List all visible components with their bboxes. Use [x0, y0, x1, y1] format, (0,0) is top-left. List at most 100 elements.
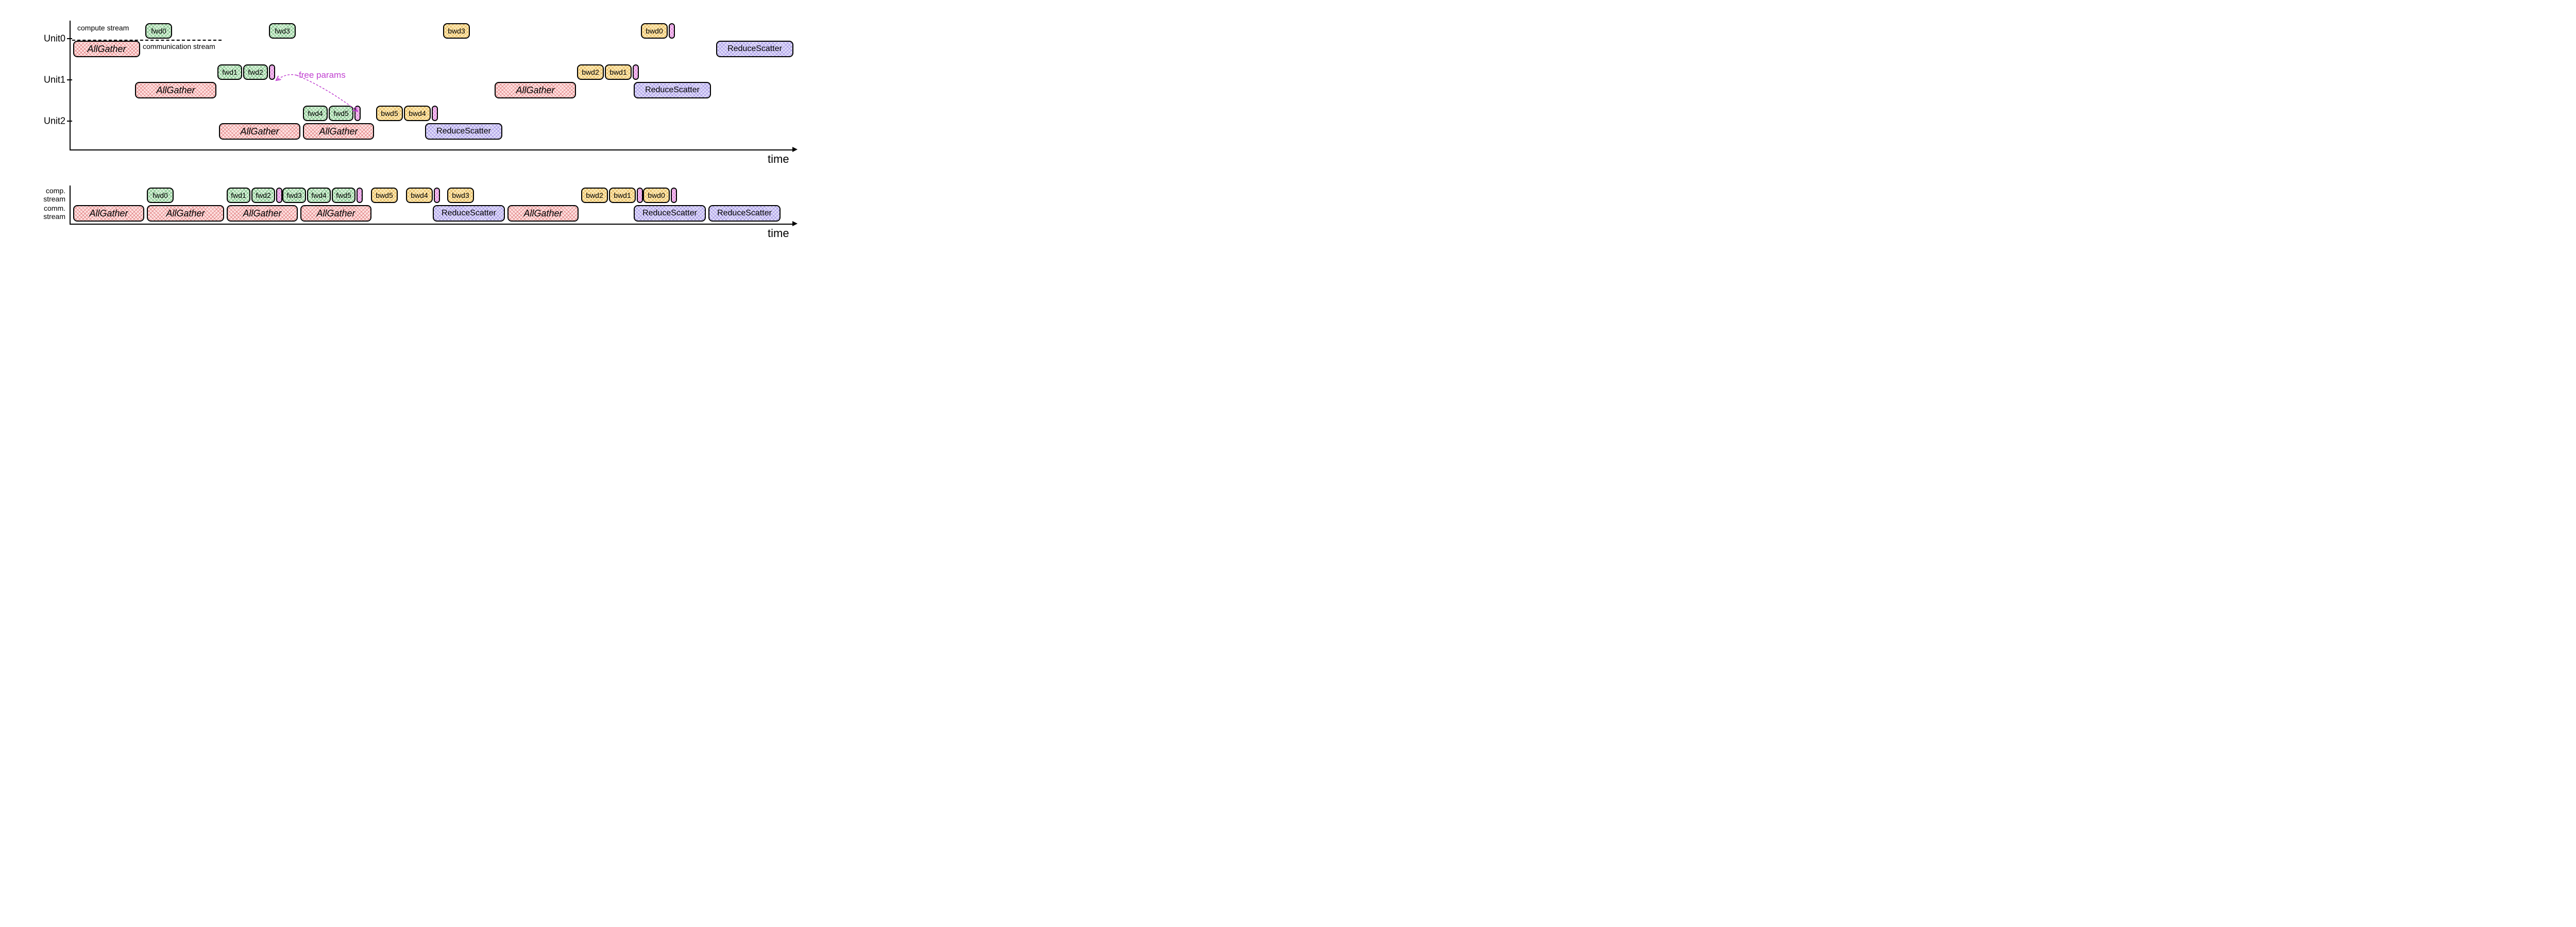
fwd-op: fwd5 — [329, 106, 353, 121]
reducescatter-op: ReduceScatter — [425, 123, 502, 140]
x-axis-arrow — [792, 147, 798, 152]
op-label: AllGather — [319, 126, 358, 137]
op-label: bwd5 — [376, 191, 393, 199]
fwd-op: fwd2 — [251, 188, 275, 203]
dashed-separator — [72, 40, 222, 41]
allgather-op: AllGather — [73, 205, 144, 222]
op-label: fwd0 — [152, 191, 168, 199]
fwd-op: fwd3 — [269, 23, 296, 39]
op-label: fwd2 — [256, 191, 271, 199]
free-params-op — [434, 188, 440, 203]
bwd-op: bwd2 — [577, 64, 604, 80]
y-axis — [70, 21, 71, 149]
free-params-annotation: free params — [299, 70, 346, 80]
reducescatter-op: ReduceScatter — [634, 205, 706, 222]
op-label: bwd1 — [609, 68, 626, 76]
op-label: AllGather — [516, 85, 554, 96]
op-label: ReduceScatter — [727, 44, 782, 54]
op-label: AllGather — [240, 126, 279, 137]
x-axis — [70, 224, 793, 225]
op-label: fwd1 — [231, 191, 246, 199]
op-label: AllGather — [156, 85, 195, 96]
fwd-op: fwd0 — [147, 188, 174, 203]
op-label: AllGather — [166, 208, 205, 219]
lane-label: Unit1 — [21, 75, 65, 86]
free-params-op — [669, 23, 675, 39]
bwd-op: bwd2 — [581, 188, 608, 203]
op-label: AllGather — [243, 208, 281, 219]
bwd-op: bwd0 — [641, 23, 668, 39]
compute-stream-label: compute stream — [77, 24, 129, 32]
y-tick — [67, 79, 72, 80]
communication-stream-label: communication stream — [143, 42, 215, 50]
op-label: fwd3 — [286, 191, 302, 199]
op-label: fwd3 — [275, 27, 290, 35]
timeline-chart-bottom: time comp. streamcomm. stream fwd0 fwd1 fwd2… — [21, 186, 799, 239]
x-axis-label: time — [768, 227, 789, 240]
allgather-op: AllGather — [227, 205, 298, 222]
op-label: bwd3 — [448, 27, 465, 35]
timeline-chart-top: time Unit0 fwd0 fwd3 bwd3 bwd0 AllGather Reduce… — [21, 21, 799, 165]
op-label: fwd5 — [333, 109, 349, 117]
op-label: bwd4 — [409, 109, 426, 117]
op-label: AllGather — [89, 208, 128, 219]
allgather-op: AllGather — [219, 123, 300, 140]
op-label: bwd1 — [614, 191, 631, 199]
x-axis-arrow — [792, 221, 798, 226]
bwd-op: bwd0 — [643, 188, 670, 203]
comm-stream-label: comm. stream — [21, 204, 65, 221]
fwd-op: fwd4 — [307, 188, 331, 203]
x-axis-label: time — [768, 153, 789, 166]
op-label: ReduceScatter — [645, 86, 700, 95]
op-label: ReduceScatter — [642, 209, 697, 218]
fwd-op: fwd1 — [227, 188, 250, 203]
fwd-op: fwd3 — [282, 188, 306, 203]
allgather-op: AllGather — [507, 205, 579, 222]
fwd-op: fwd4 — [303, 106, 328, 121]
reducescatter-op: ReduceScatter — [708, 205, 781, 222]
free-params-op — [633, 64, 639, 80]
op-label: ReduceScatter — [717, 209, 772, 218]
y-tick — [67, 38, 72, 39]
bwd-op: bwd3 — [443, 23, 470, 39]
op-label: AllGather — [87, 44, 126, 55]
op-label: ReduceScatter — [442, 209, 496, 218]
lane-label: Unit0 — [21, 33, 65, 44]
bwd-op: bwd5 — [371, 188, 398, 203]
free-params-op — [269, 64, 275, 80]
bwd-op: bwd4 — [404, 106, 431, 121]
reducescatter-op: ReduceScatter — [433, 205, 505, 222]
bwd-op: bwd3 — [447, 188, 474, 203]
fwd-op: fwd2 — [243, 64, 268, 80]
allgather-op: AllGather — [303, 123, 374, 140]
op-label: bwd0 — [648, 191, 665, 199]
bwd-op: bwd1 — [605, 64, 632, 80]
op-label: bwd2 — [586, 191, 603, 199]
reducescatter-op: ReduceScatter — [634, 82, 711, 98]
allgather-op: AllGather — [135, 82, 216, 98]
op-label: bwd4 — [411, 191, 428, 199]
free-params-op — [671, 188, 677, 203]
op-label: bwd3 — [452, 191, 469, 199]
op-label: AllGather — [316, 208, 355, 219]
free-params-op — [357, 188, 363, 203]
fwd-op: fwd5 — [332, 188, 355, 203]
op-label: fwd0 — [151, 27, 166, 35]
op-label: fwd1 — [222, 68, 238, 76]
comp-stream-label: comp. stream — [21, 187, 65, 203]
lane-label: Unit2 — [21, 116, 65, 127]
bwd-op: bwd1 — [609, 188, 636, 203]
free-params-op — [354, 106, 361, 121]
free-params-op — [637, 188, 643, 203]
op-label: bwd5 — [381, 109, 398, 117]
op-label: bwd2 — [582, 68, 599, 76]
y-tick — [67, 121, 72, 122]
allgather-op: AllGather — [73, 41, 140, 57]
reducescatter-op: ReduceScatter — [716, 41, 793, 57]
op-label: fwd4 — [311, 191, 327, 199]
op-label: ReduceScatter — [436, 127, 491, 136]
op-label: AllGather — [523, 208, 562, 219]
bwd-op: bwd4 — [406, 188, 433, 203]
allgather-op: AllGather — [147, 205, 224, 222]
op-label: fwd5 — [336, 191, 351, 199]
